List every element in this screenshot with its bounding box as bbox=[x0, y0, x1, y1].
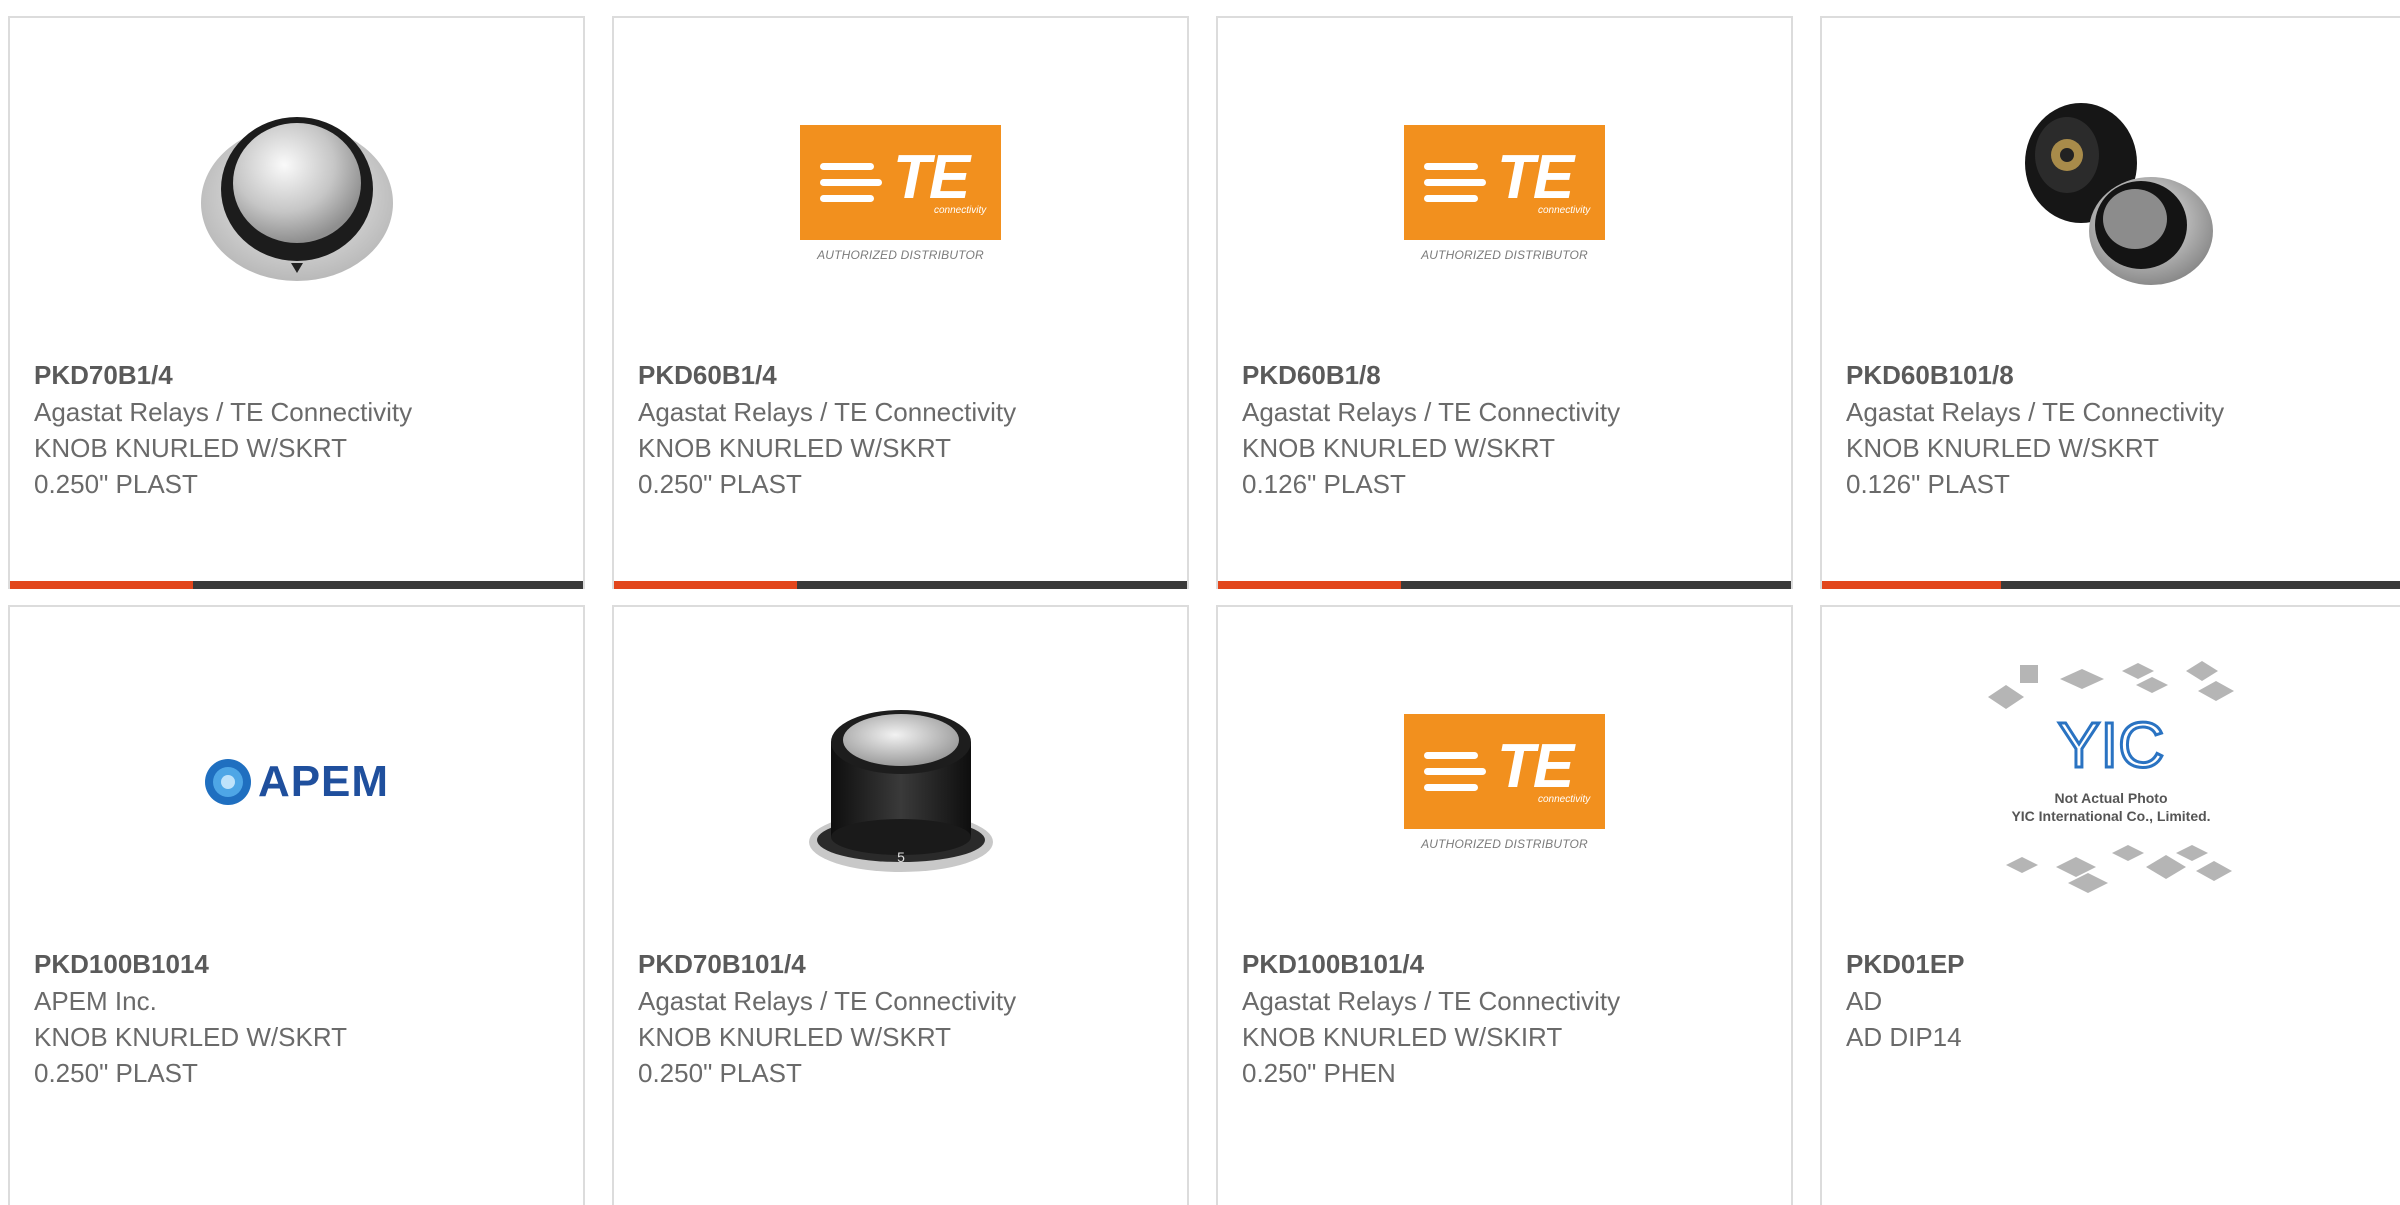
description: 0.250" PLAST bbox=[638, 1058, 802, 1088]
te-connectivity-logo: TE connectivity AUTHORIZED DISTRIBUTOR bbox=[1403, 124, 1606, 262]
te-connectivity-logo: TE connectivity AUTHORIZED DISTRIBUTOR bbox=[1403, 713, 1606, 851]
svg-text:YIC: YIC bbox=[2058, 709, 2165, 781]
black-knob-photo: 5 bbox=[808, 710, 993, 872]
part-number[interactable]: PKD100B1014 bbox=[34, 946, 563, 983]
product-card[interactable]: TE connectivity AUTHORIZED DISTRIBUTOR P… bbox=[612, 16, 1189, 589]
description: 0.126" PLAST bbox=[1242, 469, 1406, 499]
product-card[interactable]: PKD60B101/8 Agastat Relays / TE Connecti… bbox=[1820, 16, 2400, 589]
card-bar bbox=[1218, 581, 1791, 589]
chip-collage-icon: YIC bbox=[1988, 661, 2234, 893]
description: KNOB KNURLED W/SKRT bbox=[34, 1022, 348, 1052]
description: 0.250" PLAST bbox=[638, 469, 802, 499]
product-grid: PKD70B1/4 Agastat Relays / TE Connectivi… bbox=[0, 0, 2400, 1205]
card-bar-accent bbox=[1218, 581, 1402, 589]
description: KNOB KNURLED W/SKRT bbox=[34, 433, 348, 463]
knob-skirt-photo bbox=[200, 117, 393, 281]
product-image bbox=[10, 73, 583, 313]
product-image bbox=[1822, 73, 2400, 313]
product-card[interactable]: 5 PKD70B101/4 Agastat Relays / TE Connec… bbox=[612, 605, 1189, 1205]
card-bar bbox=[614, 581, 1187, 589]
manufacturer: Agastat Relays / TE Connectivity bbox=[1242, 397, 1621, 427]
part-number[interactable]: PKD70B101/4 bbox=[638, 946, 1167, 983]
description: 0.126" PLAST bbox=[1846, 469, 2010, 499]
description: KNOB KNURLED W/SKRT bbox=[638, 1022, 952, 1052]
manufacturer: Agastat Relays / TE Connectivity bbox=[1242, 986, 1621, 1016]
description: KNOB KNURLED W/SKIRT bbox=[1242, 1022, 1563, 1052]
part-number[interactable]: PKD100B101/4 bbox=[1242, 946, 1771, 983]
product-card[interactable]: PKD70B1/4 Agastat Relays / TE Connectivi… bbox=[8, 16, 585, 589]
manufacturer: Agastat Relays / TE Connectivity bbox=[638, 986, 1017, 1016]
card-bar bbox=[1822, 581, 2400, 589]
description: KNOB KNURLED W/SKRT bbox=[1242, 433, 1556, 463]
card-bar bbox=[10, 581, 583, 589]
part-number[interactable]: PKD70B1/4 bbox=[34, 357, 563, 394]
yic-placeholder: YIC Not Actual Photo YIC International C… bbox=[1976, 657, 2246, 907]
product-image: YIC Not Actual Photo YIC International C… bbox=[1822, 661, 2400, 902]
apem-globe-icon bbox=[204, 759, 251, 805]
part-number[interactable]: PKD60B1/8 bbox=[1242, 357, 1771, 394]
manufacturer: AD bbox=[1846, 986, 1883, 1016]
yic-note-line: YIC International Co., Limited. bbox=[2011, 808, 2211, 824]
description: KNOB KNURLED W/SKRT bbox=[1846, 433, 2160, 463]
product-image: TE connectivity AUTHORIZED DISTRIBUTOR bbox=[614, 73, 1187, 313]
card-bar-accent bbox=[1822, 581, 2002, 589]
svg-text:5: 5 bbox=[897, 849, 905, 865]
te-connectivity-logo: TE connectivity AUTHORIZED DISTRIBUTOR bbox=[799, 124, 1002, 262]
product-image: APEM bbox=[10, 662, 583, 902]
description: 0.250" PLAST bbox=[34, 469, 198, 499]
product-card[interactable]: TE connectivity AUTHORIZED DISTRIBUTOR P… bbox=[1216, 605, 1793, 1205]
manufacturer: APEM Inc. bbox=[34, 986, 157, 1016]
manufacturer: Agastat Relays / TE Connectivity bbox=[34, 397, 413, 427]
part-number[interactable]: PKD60B101/8 bbox=[1846, 357, 2380, 394]
product-image: TE connectivity AUTHORIZED DISTRIBUTOR bbox=[1218, 662, 1791, 902]
product-card[interactable]: APEM PKD100B1014 APEM Inc. KNOB KNURLED … bbox=[8, 605, 585, 1205]
part-number[interactable]: PKD60B1/4 bbox=[638, 357, 1167, 394]
description: 0.250" PHEN bbox=[1242, 1058, 1396, 1088]
manufacturer: Agastat Relays / TE Connectivity bbox=[638, 397, 1017, 427]
part-number[interactable]: PKD01EP bbox=[1846, 946, 2380, 983]
product-card[interactable]: YIC Not Actual Photo YIC International C… bbox=[1820, 605, 2400, 1205]
product-card[interactable]: TE connectivity AUTHORIZED DISTRIBUTOR P… bbox=[1216, 16, 1793, 589]
description: KNOB KNURLED W/SKRT bbox=[638, 433, 952, 463]
card-bar-accent bbox=[614, 581, 798, 589]
yic-note-line: Not Actual Photo bbox=[2054, 790, 2168, 806]
twin-knob-photo bbox=[2025, 103, 2213, 285]
manufacturer: Agastat Relays / TE Connectivity bbox=[1846, 397, 2225, 427]
card-bar-accent bbox=[10, 581, 194, 589]
product-image: TE connectivity AUTHORIZED DISTRIBUTOR bbox=[1218, 73, 1791, 313]
apem-logo: APEM bbox=[204, 757, 389, 807]
product-image: 5 bbox=[614, 662, 1187, 902]
description: AD DIP14 bbox=[1846, 1022, 1962, 1052]
description: 0.250" PLAST bbox=[34, 1058, 198, 1088]
